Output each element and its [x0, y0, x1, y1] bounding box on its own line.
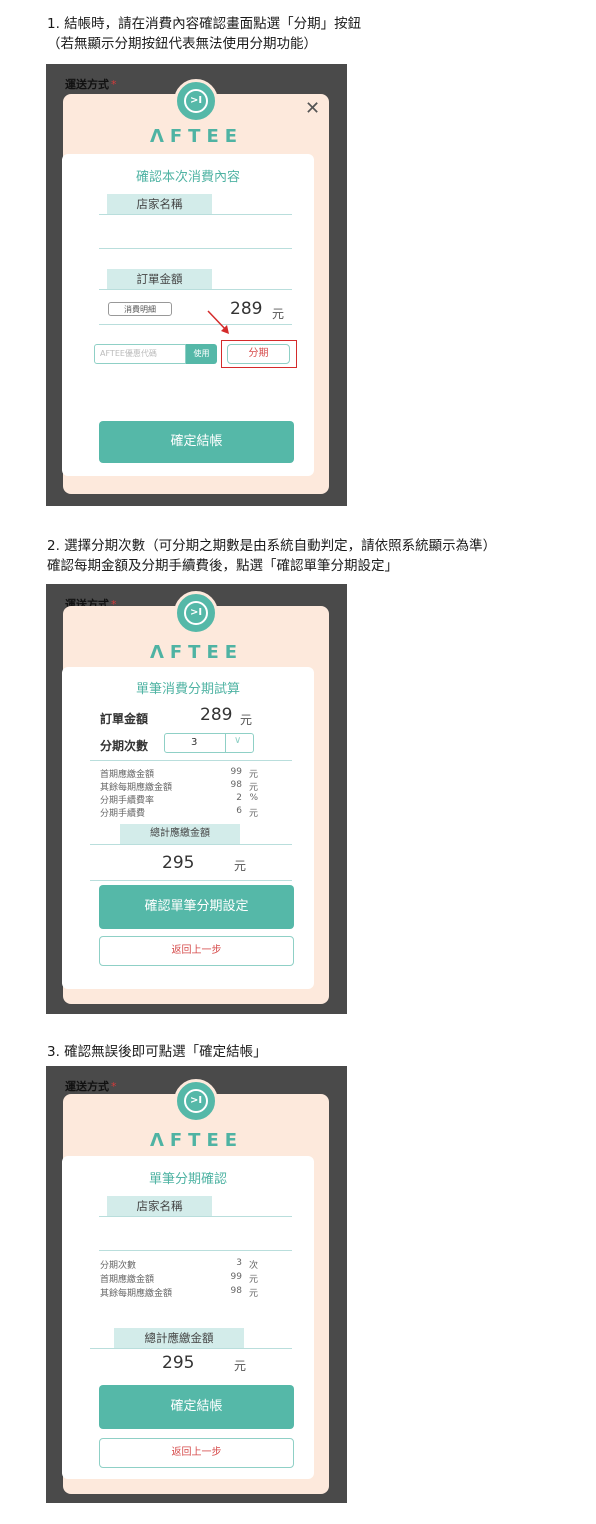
divider	[90, 880, 292, 881]
aftee-logo-icon: >I	[174, 1079, 218, 1123]
summary-row: 其餘每期應繳金額 98 元	[100, 1286, 258, 1299]
details-button[interactable]: 消費明細	[108, 302, 172, 316]
pointer-arrow-icon	[207, 310, 229, 334]
total-unit: 元	[234, 1359, 247, 1373]
divider	[99, 248, 292, 249]
shipping-label: 運送方式 *	[65, 1080, 117, 1093]
installment-button[interactable]: 分期	[227, 344, 290, 364]
back-button[interactable]: 返回上一步	[99, 936, 294, 966]
breakdown-row: 首期應繳金額 99 元	[100, 767, 258, 780]
coupon-input[interactable]: AFTEE優惠代碼	[94, 344, 186, 364]
total-tab: 總計應繳金額	[120, 824, 240, 844]
aftee-logo-icon: >I	[174, 79, 218, 123]
breakdown-row: 分期手續費率 2%	[100, 793, 258, 806]
step3-instruction: 3. 確認無誤後即可點選「確定結帳」	[47, 1042, 267, 1062]
use-coupon-button[interactable]: 使用	[186, 344, 217, 364]
amount-unit: 元	[272, 307, 285, 321]
order-amount-tab: 訂單金額	[107, 269, 212, 289]
divider	[99, 1250, 292, 1251]
order-amount: 289	[200, 705, 233, 725]
divider	[90, 844, 292, 845]
total-amount: 295	[162, 1353, 195, 1373]
summary-row: 分期次數 3 次	[100, 1258, 258, 1271]
divider	[90, 1348, 292, 1349]
close-icon[interactable]: ✕	[305, 98, 320, 119]
store-name-tab: 店家名稱	[107, 1196, 212, 1216]
confirm-installment-button[interactable]: 確認單筆分期設定	[99, 885, 294, 929]
brand-name: ΛFTEE	[149, 126, 244, 147]
breakdown-row: 其餘每期應繳金額 98 元	[100, 780, 258, 793]
divider	[99, 289, 292, 290]
brand-name: ΛFTEE	[149, 1130, 244, 1151]
checkout-button[interactable]: 確定結帳	[99, 421, 294, 463]
summary-row: 首期應繳金額 99 元	[100, 1272, 258, 1285]
installments-select[interactable]: 3 ∨	[164, 733, 254, 753]
screenshot-confirm-purchase: 運送方式 * ✕ >I ΛFTEE 確認本次消費內容 店家名稱 訂單金額 消費明細…	[46, 64, 347, 506]
card-title: 單筆消費分期試算	[135, 682, 240, 697]
total-tab: 總計應繳金額	[114, 1328, 244, 1348]
total-amount: 295	[162, 853, 195, 873]
screenshot-installment-confirm: 運送方式 * >I ΛFTEE 單筆分期確認 店家名稱 分期次數 3 次 首期應繳金額…	[46, 1066, 347, 1503]
step1-instruction: 1. 結帳時，請在消費內容確認畫面點選「分期」按鈕 （若無顯示分期按鈕代表無法使…	[47, 14, 361, 54]
step2-line1: 2. 選擇分期次數（可分期之期數是由系統自動判定，請依照系統顯示為準）	[47, 538, 497, 554]
content-card: 單筆分期確認 店家名稱 分期次數 3 次 首期應繳金額 99 元 其餘每期應繳金額 98 元…	[62, 1156, 314, 1479]
divider	[99, 214, 292, 215]
step2-instruction: 2. 選擇分期次數（可分期之期數是由系統自動判定，請依照系統顯示為準） 確認每期…	[47, 536, 496, 576]
step1-line1: 1. 結帳時，請在消費內容確認畫面點選「分期」按鈕	[47, 16, 362, 32]
divider	[99, 324, 292, 325]
installments-value: 3	[191, 737, 198, 748]
select-divider	[225, 734, 226, 752]
card-title: 確認本次消費內容	[135, 170, 240, 185]
total-unit: 元	[234, 859, 247, 873]
order-amount-label: 訂單金額	[100, 712, 149, 726]
brand-name: ΛFTEE	[149, 642, 244, 663]
store-name-tab: 店家名稱	[107, 194, 212, 214]
installments-label: 分期次數	[100, 739, 149, 753]
breakdown-row: 分期手續費 6 元	[100, 806, 258, 819]
amount-unit: 元	[240, 713, 253, 727]
checkout-button[interactable]: 確定結帳	[99, 1385, 294, 1429]
screenshot-installment-calculator: 運送方式 * >I ΛFTEE 單筆消費分期試算 訂單金額 289 元 分期次數 …	[46, 584, 347, 1014]
back-button[interactable]: 返回上一步	[99, 1438, 294, 1468]
card-title: 單筆分期確認	[148, 1172, 227, 1187]
aftee-logo-icon: >I	[174, 591, 218, 635]
step2-line2: 確認每期金額及分期手續費後，點選「確認單筆分期設定」	[47, 558, 398, 574]
shipping-label: 運送方式 *	[65, 78, 117, 91]
content-card: 單筆消費分期試算 訂單金額 289 元 分期次數 3 ∨ 首期應繳金額 99 元 其…	[62, 667, 314, 989]
content-card: 確認本次消費內容 店家名稱 訂單金額 消費明細 289 元 AFTEE優惠代碼 …	[62, 154, 314, 476]
step1-line2: （若無顯示分期按鈕代表無法使用分期功能）	[47, 36, 317, 52]
divider	[99, 1216, 292, 1217]
step3-line1: 3. 確認無誤後即可點選「確定結帳」	[47, 1044, 267, 1060]
divider	[90, 760, 292, 761]
chevron-down-icon: ∨	[234, 735, 242, 746]
